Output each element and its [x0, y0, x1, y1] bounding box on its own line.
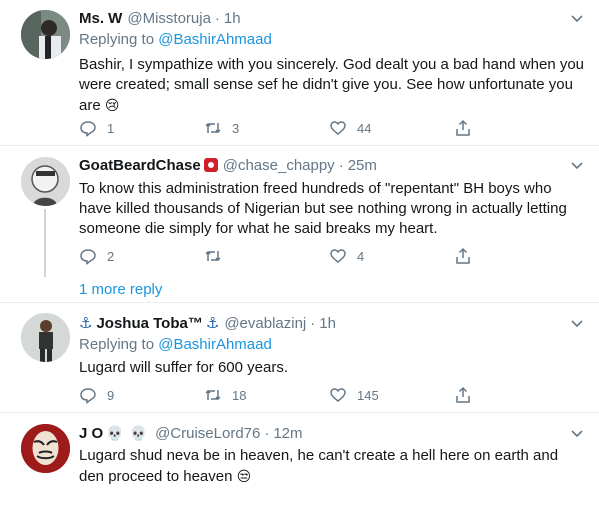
skull-emoji: 💀 — [129, 424, 148, 441]
tweet-actions: 9 18 145 — [79, 385, 479, 405]
share-button[interactable] — [454, 246, 472, 266]
reply-count: 1 — [107, 120, 115, 136]
avatar[interactable] — [21, 424, 70, 473]
retweet-icon — [205, 250, 221, 262]
author-handle[interactable]: @CruiseLord76 — [155, 425, 260, 442]
share-icon — [456, 386, 470, 403]
thread-line — [44, 209, 46, 277]
crying-face-emoji: 😢 — [104, 97, 120, 113]
anchor-icon: ⚓ — [205, 315, 220, 332]
author-name[interactable]: Ms. W — [79, 10, 122, 27]
reply-count: 9 — [107, 387, 115, 403]
tweet-text: Bashir, I sympathize with you sincerely.… — [79, 55, 584, 116]
like-count: 145 — [357, 387, 379, 403]
share-button[interactable] — [454, 118, 472, 138]
reply-count: 2 — [107, 248, 115, 264]
record-button-icon — [203, 158, 218, 172]
chevron-down-icon[interactable] — [569, 315, 585, 331]
retweet-icon — [205, 389, 221, 401]
retweet-button[interactable]: 3 — [204, 118, 239, 138]
anchor-icon: ⚓ — [79, 315, 93, 332]
like-button[interactable]: 4 — [329, 246, 364, 266]
avatar[interactable] — [21, 10, 70, 59]
divider — [0, 145, 599, 146]
show-more-replies-link[interactable]: 1 more reply — [79, 281, 162, 298]
avatar-image — [21, 313, 70, 362]
like-button[interactable]: 44 — [329, 118, 371, 138]
retweet-icon — [205, 122, 221, 134]
separator: · — [214, 9, 220, 27]
author-name[interactable]: GoatBeardChase — [79, 157, 201, 174]
skull-emoji: 💀 — [106, 424, 124, 441]
heart-icon — [330, 388, 346, 402]
avatar-image — [21, 424, 70, 473]
reply-icon — [80, 121, 96, 137]
avatar-image — [21, 157, 70, 206]
reply-icon — [80, 388, 96, 404]
author-name[interactable]: Joshua Toba™ — [96, 315, 202, 332]
share-icon — [456, 247, 470, 264]
timestamp[interactable]: 25m — [348, 157, 377, 174]
reply-button[interactable]: 2 — [79, 246, 114, 266]
heart-icon — [330, 249, 346, 263]
chevron-down-icon[interactable] — [569, 425, 585, 441]
like-count: 4 — [357, 248, 365, 264]
timestamp[interactable]: 12m — [273, 425, 302, 442]
chevron-down-icon[interactable] — [569, 10, 585, 26]
tweet-text-content: Bashir, I sympathize with you sincerely.… — [79, 56, 585, 114]
tweet-text: Lugard shud neva be in heaven, he can't … — [79, 446, 584, 487]
retweet-button[interactable]: 18 — [204, 385, 246, 405]
reply-button[interactable]: 1 — [79, 118, 114, 138]
reply-button[interactable]: 9 — [79, 385, 114, 405]
author-handle[interactable]: @chase_chappy — [223, 157, 335, 174]
separator: · — [264, 424, 270, 442]
tweet-text-content: To know this administration freed hundre… — [79, 180, 567, 237]
replying-to: Replying to @BashirAhmaad — [79, 31, 272, 48]
retweet-count: 18 — [232, 387, 247, 403]
separator: · — [338, 156, 344, 174]
author-handle[interactable]: @Misstoruja — [127, 10, 211, 27]
reply-icon — [80, 249, 96, 265]
retweet-count: 3 — [232, 120, 240, 136]
replying-to: Replying to @BashirAhmaad — [79, 336, 272, 353]
heart-icon — [330, 121, 346, 135]
avatar-image — [21, 10, 70, 59]
like-count: 44 — [357, 120, 372, 136]
chevron-down-icon[interactable] — [569, 157, 585, 173]
tweet-text: Lugard will suffer for 600 years. — [79, 358, 584, 378]
author-handle[interactable]: @evablazinj — [224, 315, 306, 332]
tweet-actions: 2 4 — [79, 246, 479, 266]
divider — [0, 302, 599, 303]
share-icon — [456, 119, 470, 136]
separator: · — [310, 314, 316, 332]
replying-to-link[interactable]: @BashirAhmaad — [158, 336, 272, 353]
avatar[interactable] — [21, 157, 70, 206]
author-name[interactable]: J O — [79, 425, 103, 442]
tweet-text-content: Lugard will suffer for 600 years. — [79, 359, 288, 376]
unamused-face-emoji: 😒 — [236, 468, 252, 484]
tweet-text-content: Lugard shud neva be in heaven, he can't … — [79, 447, 559, 485]
replying-to-link[interactable]: @BashirAhmaad — [158, 31, 272, 48]
tweet-actions: 1 3 44 — [79, 118, 479, 138]
replying-label: Replying to — [79, 31, 155, 48]
timestamp[interactable]: 1h — [319, 315, 336, 332]
like-button[interactable]: 145 — [329, 385, 379, 405]
share-button[interactable] — [454, 385, 472, 405]
avatar[interactable] — [21, 313, 70, 362]
replying-label: Replying to — [79, 336, 155, 353]
tweet-text: To know this administration freed hundre… — [79, 179, 584, 239]
divider — [0, 412, 599, 413]
timestamp[interactable]: 1h — [224, 10, 241, 27]
retweet-button[interactable] — [204, 246, 232, 266]
